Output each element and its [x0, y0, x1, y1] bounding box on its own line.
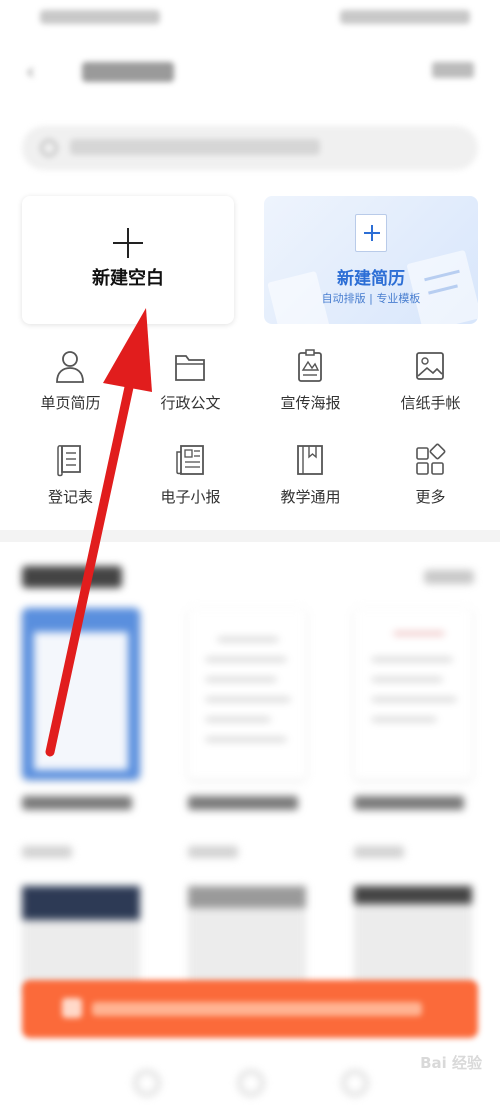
- arrow-head: [103, 308, 152, 392]
- annotation-arrow: [45, 308, 152, 757]
- arrow-shaft: [45, 373, 136, 757]
